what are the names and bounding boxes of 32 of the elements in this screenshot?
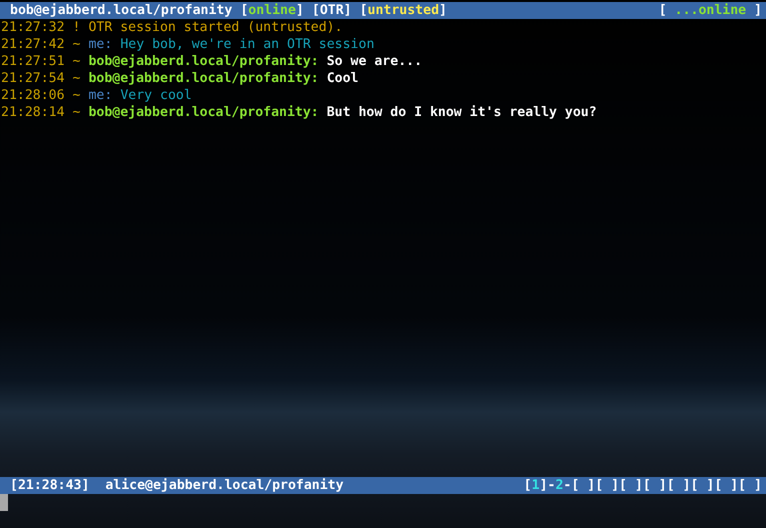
- title-tag: [untrusted]: [360, 2, 447, 19]
- sender-name: me:: [88, 36, 112, 53]
- message-marker: !: [72, 19, 80, 36]
- window-list: [1]-2-[ ][ ][ ][ ][ ][ ][ ][ ]: [524, 477, 762, 494]
- message-text: Hey bob, we're in an OTR session: [120, 36, 374, 53]
- message-text: Very cool: [120, 87, 192, 104]
- message-text: So we are...: [326, 53, 422, 70]
- message-time: 21:28:06: [1, 87, 65, 104]
- sender-name: me:: [88, 87, 112, 104]
- message-text: Cool: [326, 70, 358, 87]
- clock-time: [21:28:43]: [10, 477, 90, 494]
- message-time: 21:27:42: [1, 36, 65, 53]
- sender-name: bob@ejabberd.local/profanity:: [88, 53, 319, 70]
- text-cursor: [0, 494, 8, 511]
- contact-name: bob@ejabberd.local/profanity: [10, 2, 232, 19]
- account-name: alice@ejabberd.local/profanity: [104, 477, 344, 494]
- message-time: 21:27:51: [1, 53, 65, 70]
- message-marker: ~: [72, 53, 80, 70]
- message-text: OTR session started (untrusted).: [88, 19, 343, 36]
- title-tag: [online]: [240, 2, 304, 19]
- message-marker: ~: [72, 36, 80, 53]
- sender-name: bob@ejabberd.local/profanity:: [88, 70, 319, 87]
- message-time: 21:27:54: [1, 70, 65, 87]
- presence-status: [ ...online ]: [658, 2, 762, 19]
- message-marker: ~: [72, 70, 80, 87]
- message-time: 21:27:32: [1, 19, 65, 36]
- title-tag: [OTR]: [312, 2, 352, 19]
- message-marker: ~: [72, 104, 80, 121]
- message-text: But how do I know it's really you?: [326, 104, 597, 121]
- sender-name: bob@ejabberd.local/profanity:: [88, 104, 319, 121]
- message-time: 21:28:14: [1, 104, 65, 121]
- message-marker: ~: [72, 87, 80, 104]
